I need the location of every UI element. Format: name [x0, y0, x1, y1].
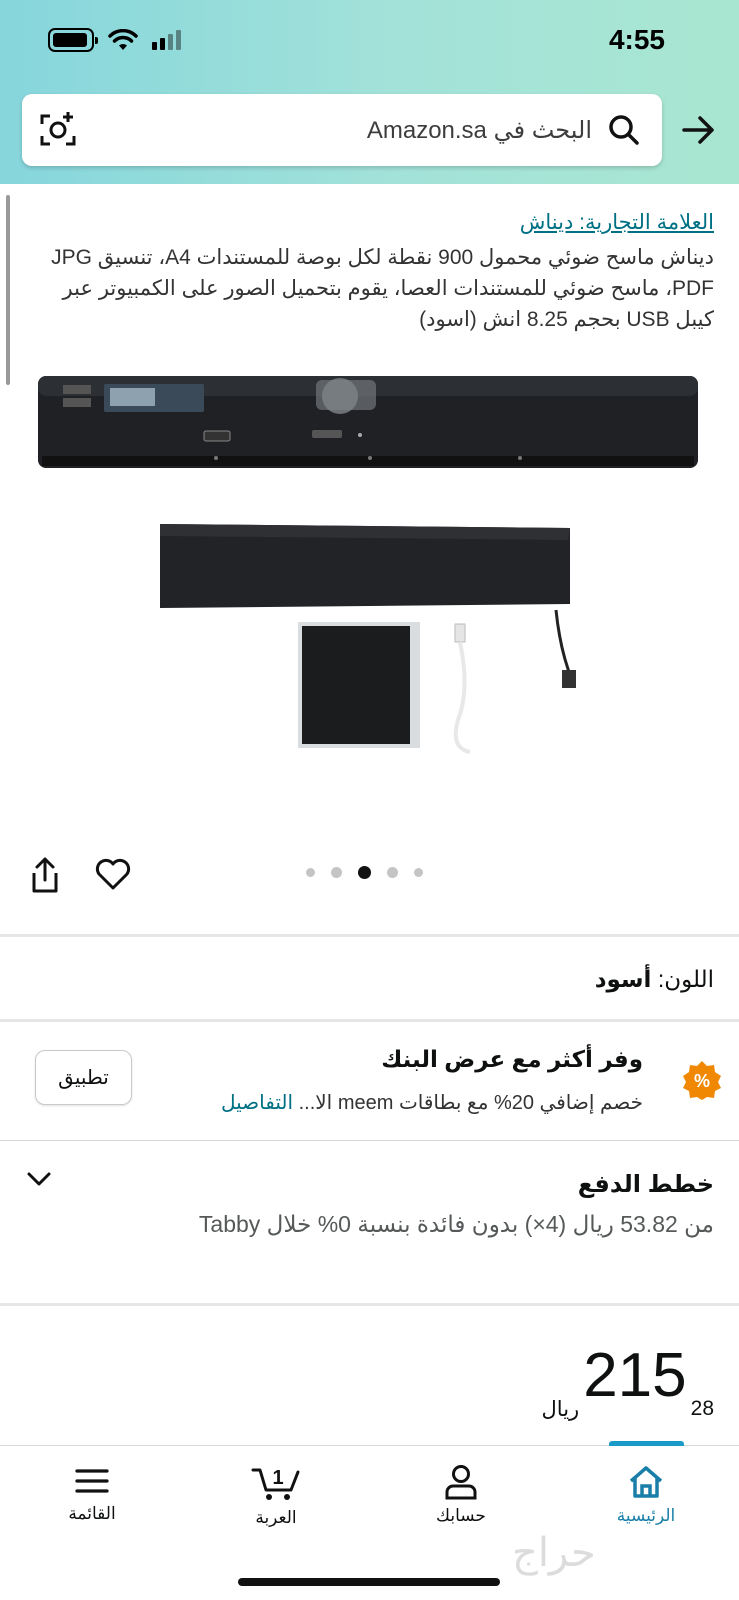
svg-text:1: 1 — [272, 1467, 283, 1489]
signal-icon — [152, 30, 181, 50]
nav-active-indicator — [609, 1441, 684, 1446]
menu-icon — [75, 1469, 109, 1493]
home-icon — [629, 1466, 663, 1498]
carousel-dot[interactable] — [306, 868, 315, 877]
battery-icon — [48, 28, 98, 52]
nav-home[interactable]: الرئيسية — [591, 1464, 701, 1526]
divider — [0, 1303, 739, 1306]
bank-offer-text: خصم إضافي 20% مع بطاقات meem الا... — [298, 1092, 643, 1114]
product-image[interactable] — [0, 360, 739, 790]
search-icon — [609, 115, 639, 145]
color-label: اللون: — [657, 966, 714, 992]
status-icons — [48, 28, 181, 52]
payment-plans-title: خطط الدفع — [577, 1171, 714, 1198]
nav-cart-label: العربة — [255, 1508, 297, 1527]
search-input[interactable]: البحث في Amazon.sa — [22, 94, 662, 166]
svg-text:%: % — [694, 1071, 710, 1091]
carousel-dot[interactable] — [414, 868, 423, 877]
header-bar: 4:55 البحث في Amazon.sa — [0, 0, 739, 184]
account-icon — [445, 1465, 477, 1500]
carousel-dot[interactable] — [331, 867, 342, 878]
nav-home-label: الرئيسية — [616, 1506, 676, 1525]
details-link[interactable]: التفاصيل — [221, 1092, 293, 1114]
product-title: ديناش ماسح ضوئي محمول 900 نقطة لكل بوصة … — [51, 246, 714, 331]
carousel-dot-active[interactable] — [358, 866, 371, 879]
carousel-dot[interactable] — [387, 867, 398, 878]
payment-plans-desc: من 53.82 ريال (4×) بدون فائدة بنسبة 0% خ… — [198, 1211, 714, 1237]
chevron-down-icon[interactable] — [26, 1170, 52, 1193]
nav-menu[interactable]: القائمة — [37, 1464, 147, 1524]
brand-link[interactable]: العلامة التجارية: ديناش — [520, 210, 714, 235]
image-carousel-dots[interactable] — [306, 866, 423, 879]
nav-menu-label: القائمة — [68, 1504, 116, 1523]
search-placeholder: البحث في Amazon.sa — [366, 116, 592, 144]
camera-search-icon[interactable] — [38, 110, 78, 155]
nav-account[interactable]: حسابك — [406, 1464, 516, 1526]
forward-arrow-icon[interactable] — [682, 116, 716, 149]
search-row: البحث في Amazon.sa — [22, 94, 722, 166]
cart-icon: 1 — [251, 1467, 300, 1500]
divider — [0, 934, 739, 937]
bottom-nav: الرئيسية حسابك 1 العربة القائمة — [0, 1441, 739, 1600]
price-whole: 215 — [583, 1341, 687, 1410]
apply-button[interactable]: تطبيق — [35, 1050, 132, 1105]
price: ريال 215 28 — [542, 1345, 714, 1422]
watermark: حراج — [512, 1530, 596, 1576]
divider — [0, 1140, 739, 1141]
home-indicator[interactable] — [238, 1578, 500, 1586]
heart-icon[interactable] — [95, 858, 131, 895]
nav-cart[interactable]: 1 العربة — [221, 1464, 331, 1528]
scroll-indicator — [6, 195, 10, 385]
status-time: 4:55 — [608, 24, 665, 55]
price-fraction: 28 — [690, 1397, 714, 1420]
divider — [0, 1019, 739, 1022]
color-selector[interactable]: اللون: أسود — [595, 966, 714, 993]
color-value: أسود — [594, 966, 652, 992]
percent-badge-icon: % — [682, 1060, 722, 1100]
bank-offer-title: وفر أكثر مع عرض البنك — [381, 1046, 643, 1072]
bank-offer-desc: خصم إضافي 20% مع بطاقات meem الا... التف… — [221, 1090, 643, 1115]
price-currency: ريال — [541, 1398, 580, 1421]
wifi-icon — [108, 29, 138, 50]
nav-account-label: حسابك — [436, 1506, 486, 1525]
share-icon[interactable] — [28, 856, 62, 899]
